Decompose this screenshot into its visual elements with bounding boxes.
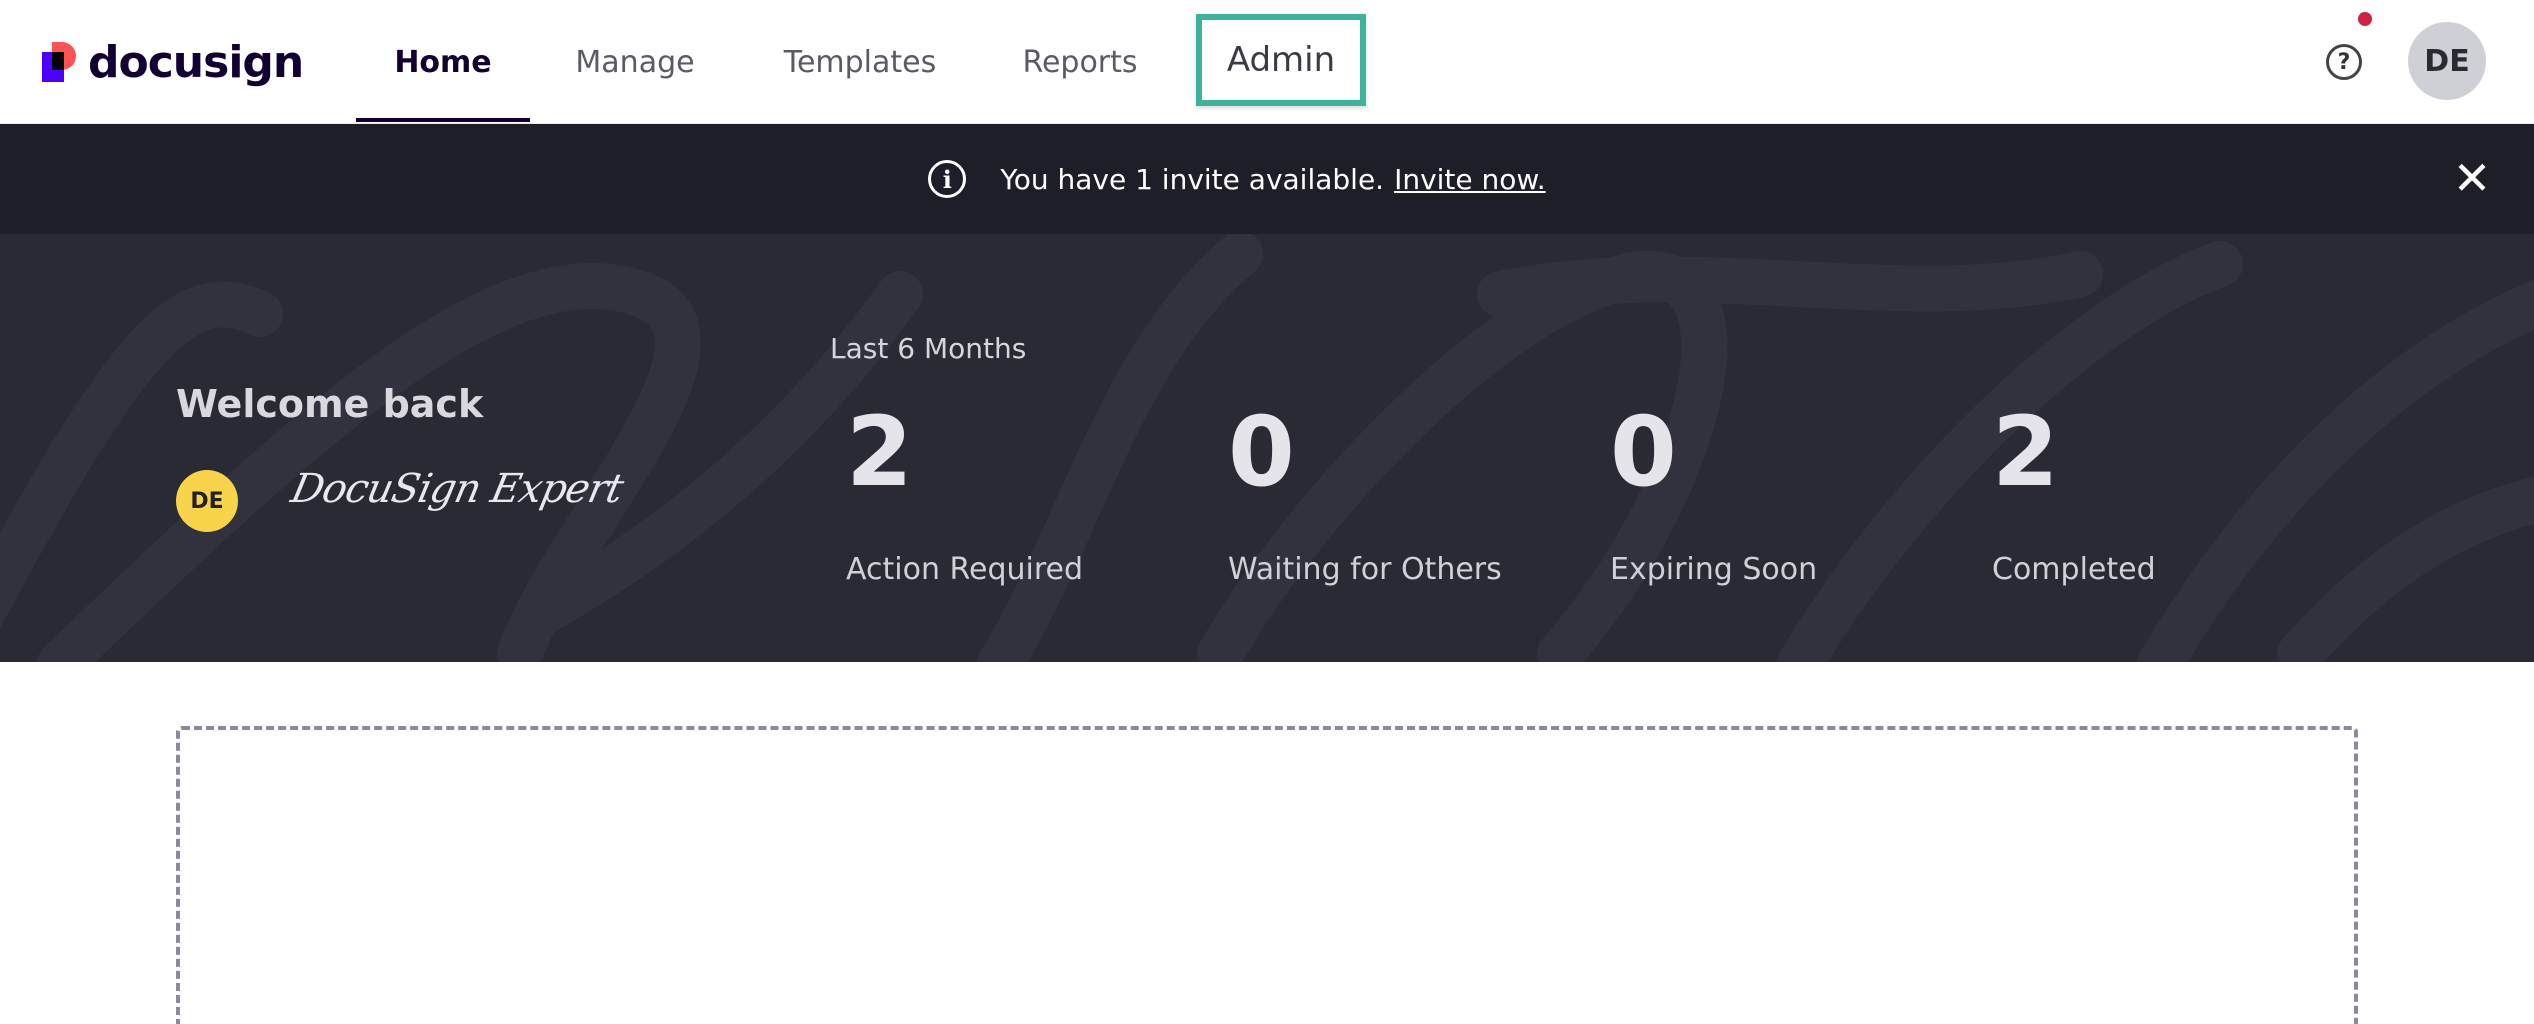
welcome-hero: Welcome back DE DocuSign Expert Last 6 M…: [0, 234, 2534, 662]
top-navigation: docusign Home Manage Templates Reports A…: [0, 0, 2534, 124]
user-avatar-button[interactable]: DE: [2408, 22, 2486, 100]
invite-banner: i You have 1 invite available. Invite no…: [0, 124, 2534, 234]
nav-templates[interactable]: Templates: [770, 0, 950, 124]
stat-action-required[interactable]: 2 Action Required: [846, 404, 1083, 587]
docusign-logo-icon: [42, 42, 80, 82]
nav-home[interactable]: Home: [356, 0, 530, 124]
stats-period-label: Last 6 Months: [830, 332, 1027, 365]
stat-waiting-for-others[interactable]: 0 Waiting for Others: [1228, 404, 1502, 587]
stat-label: Expiring Soon: [1610, 552, 1818, 587]
invite-now-link[interactable]: Invite now.: [1394, 163, 1546, 196]
logo-text: docusign: [88, 36, 304, 88]
document-drop-zone[interactable]: [176, 726, 2358, 1024]
stat-completed[interactable]: 2 Completed: [1992, 404, 2156, 587]
stat-expiring-soon[interactable]: 0 Expiring Soon: [1610, 404, 1817, 587]
question-circle-icon[interactable]: ?: [2326, 44, 2362, 80]
stat-label: Action Required: [846, 552, 1084, 587]
info-icon: i: [928, 160, 967, 198]
stat-label: Waiting for Others: [1228, 552, 1502, 587]
close-icon[interactable]: ✕: [2448, 151, 2496, 205]
notification-dot: [2358, 12, 2372, 26]
user-signature: DocuSign Expert: [287, 466, 627, 512]
nav-manage[interactable]: Manage: [560, 0, 710, 124]
stat-label: Completed: [1992, 552, 2156, 587]
nav-admin[interactable]: Admin: [1196, 14, 1366, 106]
user-initials-avatar: DE: [176, 470, 238, 532]
banner-text: You have 1 invite available.: [1000, 162, 1385, 196]
stat-value: 2: [846, 396, 913, 508]
nav-reports[interactable]: Reports: [1010, 0, 1150, 124]
welcome-heading: Welcome back: [176, 382, 484, 426]
stat-value: 0: [1610, 396, 1677, 508]
stat-value: 2: [1992, 396, 2059, 508]
docusign-logo[interactable]: docusign: [42, 36, 304, 88]
stat-value: 0: [1228, 396, 1295, 508]
